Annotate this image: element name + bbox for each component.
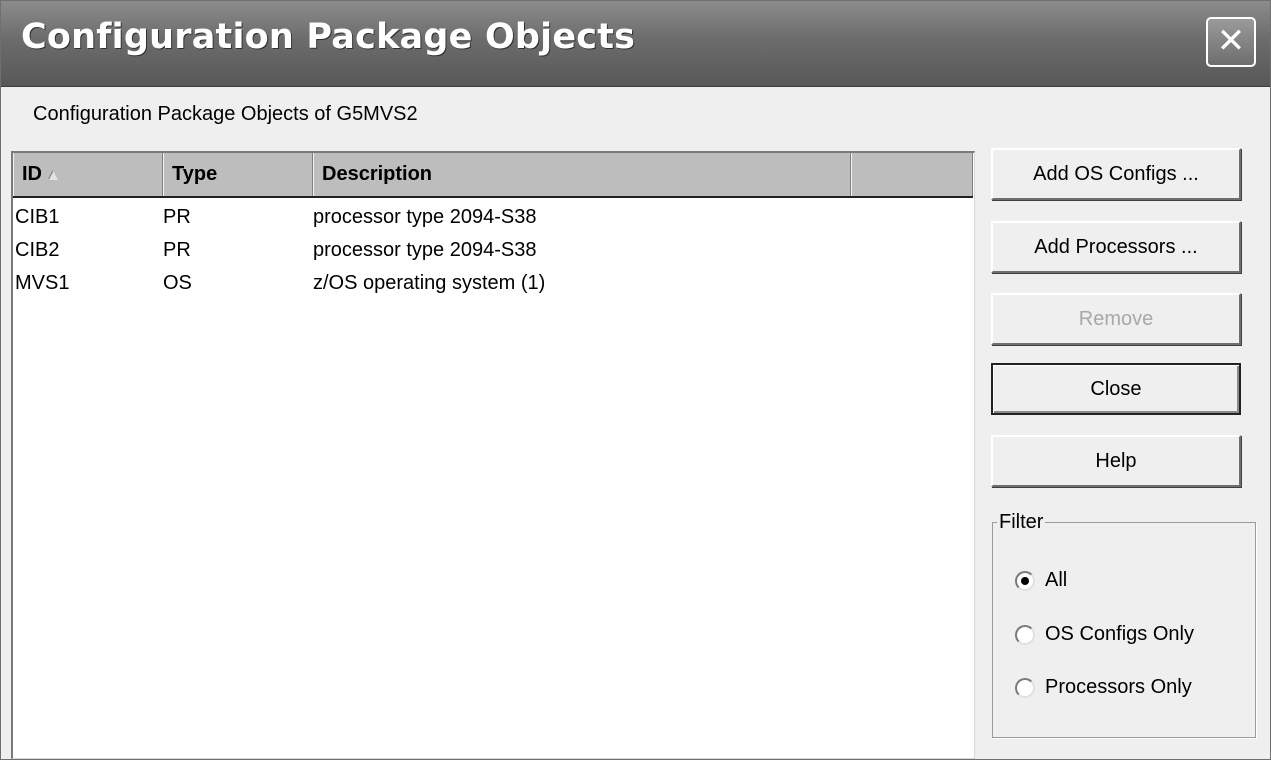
filter-option-label: All (1045, 569, 1068, 591)
table-row[interactable]: CIB1 PR processor type 2094-S38 (13, 200, 973, 234)
title-bar[interactable]: Configuration Package Objects ✕ (1, 1, 1270, 87)
filter-option-label: OS Configs Only (1045, 623, 1194, 645)
radio-unchecked-icon[interactable] (1015, 625, 1035, 645)
add-processors-button[interactable]: Add Processors ... (991, 221, 1241, 273)
cell-type: OS (163, 272, 192, 294)
filter-option-label: Processors Only (1045, 676, 1192, 698)
help-button[interactable]: Help (991, 435, 1241, 487)
radio-checked-icon[interactable] (1015, 571, 1035, 591)
radio-unchecked-icon[interactable] (1015, 678, 1035, 698)
cell-description: z/OS operating system (1) (313, 272, 546, 294)
close-button[interactable]: Close (991, 363, 1241, 415)
dialog-subtitle: Configuration Package Objects of G5MVS2 (33, 103, 418, 125)
sort-ascending-icon: ▲ (46, 167, 61, 184)
cell-id: CIB2 (15, 239, 60, 261)
cell-description: processor type 2094-S38 (313, 239, 537, 261)
column-header-empty[interactable] (851, 153, 973, 196)
add-os-configs-button[interactable]: Add OS Configs ... (991, 148, 1241, 200)
filter-legend: Filter (997, 511, 1046, 534)
table-row[interactable]: CIB2 PR processor type 2094-S38 (13, 233, 973, 267)
close-window-icon[interactable]: ✕ (1206, 17, 1256, 67)
column-header-description[interactable]: Description (313, 153, 851, 196)
cell-type: PR (163, 206, 191, 228)
cell-type: PR (163, 239, 191, 261)
cell-id: MVS1 (15, 272, 70, 294)
remove-button[interactable]: Remove (991, 293, 1241, 345)
table-row[interactable]: MVS1 OS z/OS operating system (1) (13, 266, 973, 300)
column-header-type[interactable]: Type (163, 153, 313, 196)
column-header-id[interactable]: ID ▲ (13, 153, 163, 196)
cell-id: CIB1 (15, 206, 60, 228)
cell-description: processor type 2094-S38 (313, 206, 537, 228)
dialog-title: Configuration Package Objects (21, 17, 636, 57)
objects-list[interactable]: ID ▲ Type Description CIB1 PR processor t… (11, 151, 975, 759)
filter-group: Filter All OS Configs Only Processors On… (992, 511, 1256, 738)
list-header: ID ▲ Type Description (13, 153, 973, 198)
dialog-window: Configuration Package Objects ✕ Configur… (0, 0, 1271, 760)
